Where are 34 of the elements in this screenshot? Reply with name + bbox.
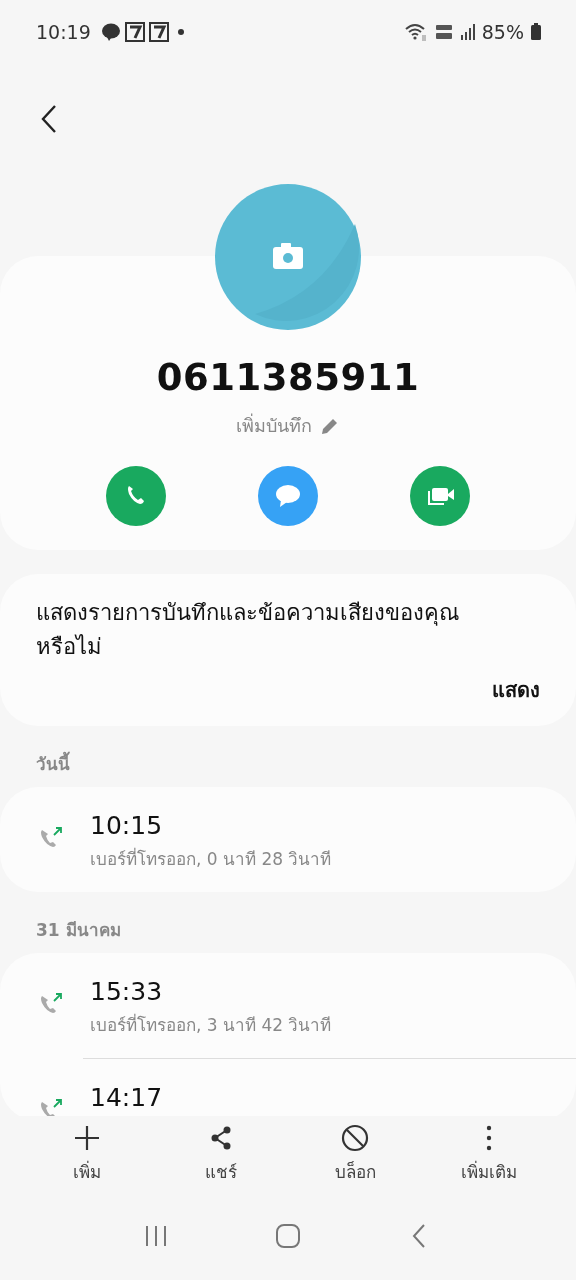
block-button[interactable]: บล็อก (300, 1124, 410, 1206)
status-time: 10:19 (36, 21, 91, 43)
call-entry[interactable]: 10:15 เบอร์ที่โทรออก, 0 นาที 28 วินาที (0, 787, 576, 892)
show-button[interactable]: แสดง (492, 674, 540, 706)
share-button[interactable]: แชร์ (166, 1124, 276, 1206)
more-icon (486, 1124, 492, 1152)
video-call-button[interactable] (410, 466, 470, 526)
battery-level: 85% (481, 21, 524, 43)
store-app-icon (124, 22, 145, 42)
chat-app-icon (100, 22, 121, 42)
call-time: 10:15 (90, 810, 164, 842)
store-app-icon (148, 22, 169, 42)
signal-icon (459, 22, 476, 42)
add-button[interactable]: เพิ่ม (32, 1124, 142, 1206)
date-header: 31 มีนาคม (35, 919, 122, 942)
wifi-icon (403, 22, 428, 42)
prompt-text: แสดงรายการบันทึกและข้อความเสียงของคุณหรือไม่ (36, 599, 460, 661)
call-detail: เบอร์ที่โทรออก, 3 นาที 42 วินาที (90, 1012, 332, 1037)
add-note-button[interactable]: เพิ่มบันทึก (236, 411, 340, 440)
outgoing-call-icon (38, 1097, 64, 1116)
date-header: วันนี้ (0, 726, 576, 787)
more-button[interactable]: เพิ่มเติม (434, 1124, 544, 1206)
plus-icon (73, 1124, 101, 1152)
block-icon (341, 1124, 369, 1152)
call-detail: เบอร์ที่โทรออก, 0 นาที 28 วินาที (90, 846, 332, 871)
phone-number: 0611385911 (156, 356, 420, 399)
call-time: 14:17 (90, 1082, 163, 1114)
home-button[interactable] (275, 1223, 301, 1249)
call-time: 15:33 (90, 976, 164, 1008)
battery-icon (530, 22, 542, 42)
call-button[interactable] (106, 466, 166, 526)
recent-apps-button[interactable] (143, 1223, 169, 1249)
message-button[interactable] (258, 466, 318, 526)
call-entry[interactable]: 15:33 เบอร์ที่โทรออก, 3 นาที 42 วินาที (0, 953, 576, 1058)
